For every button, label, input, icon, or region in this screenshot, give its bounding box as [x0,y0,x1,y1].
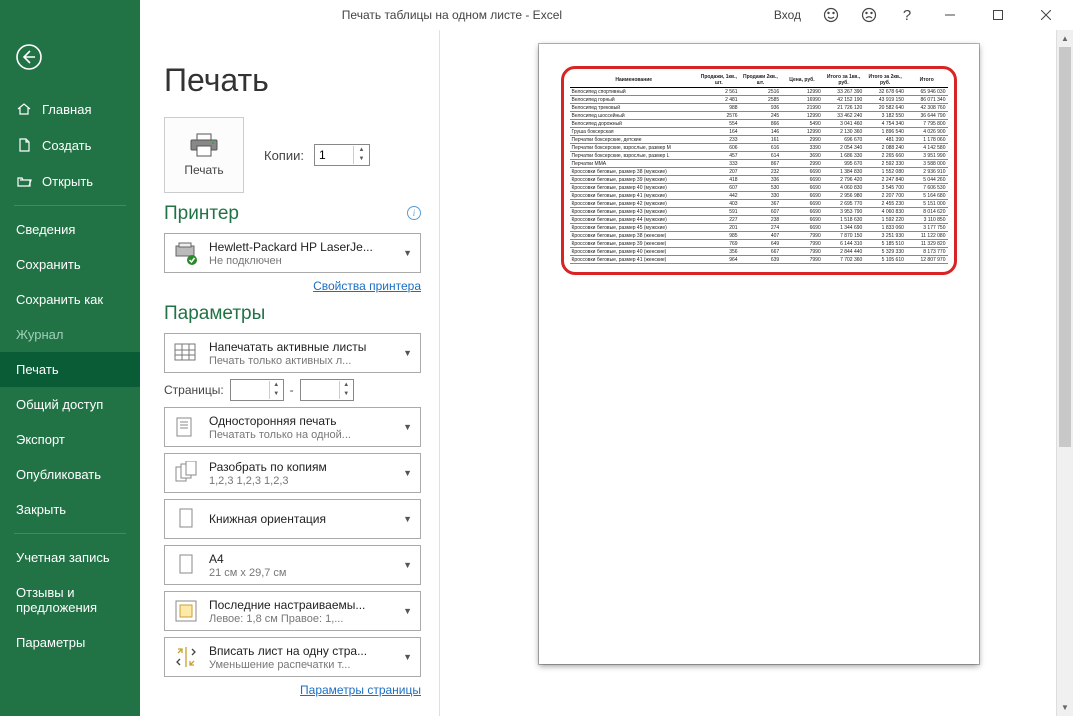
pages-from-spinner[interactable]: ▲▼ [230,379,284,401]
paper-dropdown[interactable]: A421 см x 29,7 см ▼ [164,545,421,585]
scroll-thumb[interactable] [1059,47,1071,447]
printer-status: Не подключен [209,255,393,267]
chevron-down-icon: ▼ [401,348,414,358]
scroll-down-button[interactable]: ▼ [1057,699,1073,716]
margins-icon [171,597,201,625]
chevron-down-icon: ▼ [401,468,414,478]
page-title: Печать [164,62,421,99]
sides-dropdown[interactable]: Односторонняя печатьПечатать только на о… [164,407,421,447]
print-preview: НаименованиеПродажи, 1кв., шт.Продажи 2к… [440,30,1073,716]
print-settings-panel: Печать Печать Копии: ▲▼ Принтер i [140,30,440,716]
sidebar-item-share[interactable]: Общий доступ [0,387,140,422]
backstage-sidebar: Главная Создать Открыть Сведения Сохрани… [0,30,140,716]
pages-from-input[interactable] [231,383,269,397]
sidebar-item-saveas[interactable]: Сохранить как [0,282,140,317]
sidebar-item-save[interactable]: Сохранить [0,247,140,282]
params-heading: Параметры [164,303,421,325]
collate-dropdown[interactable]: Разобрать по копиям1,2,3 1,2,3 1,2,3 ▼ [164,453,421,493]
info-icon[interactable]: i [407,206,421,220]
preview-table: НаименованиеПродажи, 1кв., шт.Продажи 2к… [570,73,948,264]
pages-to-spinner[interactable]: ▲▼ [300,379,354,401]
sidebar-divider [14,533,126,534]
sidebar-item-info[interactable]: Сведения [0,212,140,247]
sidebar-item-feedback[interactable]: Отзывы и предложения [0,575,140,625]
titlebar-controls: Вход ? [764,1,1073,29]
margins-dropdown[interactable]: Последние настраиваемы...Левое: 1,8 см П… [164,591,421,631]
sidebar-item-home[interactable]: Главная [0,91,140,127]
login-button[interactable]: Вход [764,8,811,22]
one-sided-icon [171,413,201,441]
sidebar-item-history: Журнал [0,317,140,352]
new-icon [16,137,32,153]
page-setup-link[interactable]: Параметры страницы [300,683,421,697]
home-icon [16,101,32,117]
paper-icon [171,551,201,579]
printer-status-icon [171,239,201,267]
scaling-dropdown[interactable]: Вписать лист на одну стра...Уменьшение р… [164,637,421,677]
sidebar-divider [14,205,126,206]
portrait-icon [171,505,201,533]
titlebar-green-spacer [0,0,140,30]
pages-to-input[interactable] [301,383,339,397]
window-title: Печать таблицы на одном листе - Excel [140,8,764,22]
sidebar-item-open[interactable]: Открыть [0,163,140,199]
close-button[interactable] [1023,1,1069,29]
pages-label: Страницы: [164,383,224,397]
sidebar-label: Открыть [42,174,93,189]
printer-dropdown[interactable]: Hewlett-Packard HP LaserJe... Не подключ… [164,233,421,273]
print-button[interactable]: Печать [164,117,244,193]
sidebar-item-print[interactable]: Печать [0,352,140,387]
sidebar-label: Главная [42,102,91,117]
help-button[interactable]: ? [889,1,925,29]
sheets-icon [171,339,201,367]
printer-name: Hewlett-Packard HP LaserJe... [209,240,393,254]
annotation-frame: НаименованиеПродажи, 1кв., шт.Продажи 2к… [561,66,957,275]
sidebar-item-options[interactable]: Параметры [0,625,140,660]
open-icon [16,173,32,189]
printer-heading: Принтер [164,203,239,225]
collate-icon [171,459,201,487]
copies-spinner[interactable]: ▲▼ [314,144,370,166]
titlebar: Печать таблицы на одном листе - Excel Вх… [0,0,1073,30]
vertical-scrollbar[interactable]: ▲ ▼ [1056,30,1073,716]
feedback-sad-icon[interactable] [851,1,887,29]
spinner-arrows[interactable]: ▲▼ [353,146,369,164]
sidebar-item-account[interactable]: Учетная запись [0,540,140,575]
chevron-down-icon: ▼ [401,514,414,524]
printer-icon [188,133,220,157]
orientation-dropdown[interactable]: Книжная ориентация ▼ [164,499,421,539]
sidebar-item-publish[interactable]: Опубликовать [0,457,140,492]
sidebar-label: Создать [42,138,91,153]
copies-label: Копии: [264,148,304,163]
chevron-down-icon: ▼ [401,652,414,662]
sidebar-item-new[interactable]: Создать [0,127,140,163]
minimize-button[interactable] [927,1,973,29]
scroll-up-button[interactable]: ▲ [1057,30,1073,47]
chevron-down-icon: ▼ [401,560,414,570]
sidebar-item-export[interactable]: Экспорт [0,422,140,457]
print-button-label: Печать [184,163,223,177]
fit-icon [171,643,201,671]
copies-input[interactable] [315,148,353,162]
back-button[interactable] [0,30,140,91]
preview-page: НаименованиеПродажи, 1кв., шт.Продажи 2к… [539,44,979,664]
pages-sep: - [290,383,294,397]
chevron-down-icon: ▼ [401,248,414,258]
printer-properties-link[interactable]: Свойства принтера [313,279,421,293]
maximize-button[interactable] [975,1,1021,29]
chevron-down-icon: ▼ [401,422,414,432]
chevron-down-icon: ▼ [401,606,414,616]
sidebar-item-close[interactable]: Закрыть [0,492,140,527]
feedback-happy-icon[interactable] [813,1,849,29]
print-what-dropdown[interactable]: Напечатать активные листыПечать только а… [164,333,421,373]
